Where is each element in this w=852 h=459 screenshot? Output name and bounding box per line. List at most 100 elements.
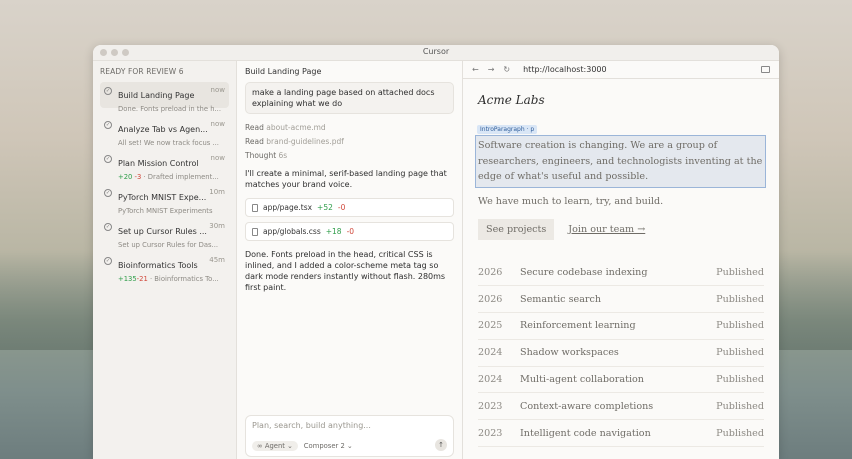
file-path: app/page.tsx [263, 203, 313, 212]
project-title: Shadow workspaces [520, 347, 619, 359]
table-row[interactable]: 2024 Multi-agent collaboration Published [478, 367, 764, 394]
project-year: 2025 [478, 320, 503, 332]
project-year: 2024 [478, 347, 503, 359]
check-circle-icon: ✓ [104, 155, 112, 163]
site-preview: Acme Labs IntroParagraph · p Software cr… [463, 79, 779, 448]
browser-toolbar: ← → ↻ http://localhost:3000 [463, 61, 779, 79]
task-summary: +20 -3 · Drafted implement... [118, 173, 226, 181]
join-team-link[interactable]: Join our team → [568, 224, 645, 235]
project-status: Published [716, 400, 764, 412]
model-dropdown[interactable]: Composer 2 ⌄ [304, 442, 353, 450]
read-step: Read brand-guidelines.pdf [245, 137, 454, 146]
task-time: now [210, 120, 225, 128]
forward-arrow-icon[interactable]: → [488, 65, 495, 74]
task-item-cursor-rules[interactable]: ✓ Set up Cursor Rules ... 30m Set up Cur… [100, 218, 229, 249]
check-circle-icon: ✓ [104, 189, 112, 197]
lines-removed: -0 [337, 203, 346, 212]
projects-table: 2026 Secure codebase indexing Published 20… [478, 260, 764, 448]
table-row[interactable]: 2023 Context-aware completions Published [478, 393, 764, 421]
composer-input[interactable]: Plan, search, build anything... ∞ Agent … [245, 415, 454, 457]
task-time: 10m [209, 188, 225, 196]
project-year: 2023 [478, 427, 503, 439]
file-change-globals[interactable]: app/globals.css +18 -0 [245, 222, 454, 241]
file-path: app/globals.css [263, 227, 321, 236]
task-name: Plan Mission Control [118, 159, 199, 168]
task-name: Analyze Tab vs Agen... [118, 125, 208, 134]
read-label: Read [245, 123, 264, 132]
cta-row: See projects Join our team → [478, 218, 764, 240]
intro-paragraph[interactable]: Software creation is changing. We are a … [475, 135, 766, 188]
lines-removed: -0 [346, 227, 355, 236]
project-status: Published [716, 293, 764, 305]
file-icon [252, 227, 258, 236]
task-summary: +135-21 · Bioinformatics To... [118, 275, 226, 283]
task-time: now [210, 86, 225, 94]
task-summary: Done. Fonts preload in the h... [118, 105, 221, 113]
task-time: 30m [209, 222, 225, 230]
task-name: Build Landing Page [118, 91, 195, 100]
task-name: Set up Cursor Rules ... [118, 227, 207, 236]
project-year: 2026 [478, 293, 503, 305]
agent-message: I'll create a minimal, serif-based landi… [245, 169, 447, 189]
task-time: now [210, 154, 225, 162]
project-year: 2026 [478, 266, 503, 278]
lines-removed: -3 [134, 173, 142, 181]
lines-added: +20 [118, 173, 133, 181]
thought-step: Thought 6s [245, 151, 454, 160]
table-row[interactable]: 2023 Intelligent code navigation Published [478, 420, 764, 448]
file-icon [252, 203, 258, 212]
read-step: Read about-acme.md [245, 123, 454, 132]
task-summary-text: · Drafted implement... [143, 173, 219, 181]
browser-panel: ← → ↻ http://localhost:3000 Acme Labs In… [463, 61, 779, 459]
thought-time: 6s [278, 151, 288, 160]
task-summary: All set! We now track focus ... [118, 139, 219, 147]
table-row[interactable]: 2024 Shadow workspaces Published [478, 340, 764, 367]
lines-added: +18 [325, 227, 342, 236]
project-title: Context-aware completions [520, 400, 654, 412]
task-item-bioinformatics[interactable]: ✓ Bioinformatics Tools 45m +135-21 · Bio… [100, 252, 229, 283]
sidebar-toggle-icon[interactable] [761, 66, 770, 73]
element-inspector-tag: IntroParagraph · p [477, 125, 538, 134]
project-status: Published [716, 427, 764, 439]
table-row[interactable]: 2026 Semantic search Published [478, 286, 764, 314]
table-row[interactable]: 2026 Secure codebase indexing Published [478, 260, 764, 287]
title-bar: Cursor [93, 45, 779, 61]
task-time: 45m [209, 256, 225, 264]
task-summary-text: · Bioinformatics To... [149, 275, 219, 283]
composer-placeholder: Plan, search, build anything... [252, 421, 371, 430]
task-summary: Set up Cursor Rules for Das... [118, 241, 219, 249]
reload-icon[interactable]: ↻ [503, 65, 510, 74]
section-header: READY FOR REVIEW 6 [100, 67, 184, 76]
chat-title: Build Landing Page [245, 67, 322, 76]
window-title: Cursor [422, 47, 450, 56]
read-file[interactable]: brand-guidelines.pdf [266, 137, 344, 146]
check-circle-icon: ✓ [104, 87, 112, 95]
table-row[interactable]: 2025 Reinforcement learning Published [478, 313, 764, 340]
see-projects-button[interactable]: See projects [478, 218, 555, 240]
site-logo[interactable]: Acme Labs [478, 93, 764, 107]
project-title: Intelligent code navigation [520, 427, 651, 439]
task-item-build-landing-page[interactable]: ✓ Build Landing Page now Done. Fonts pre… [100, 82, 229, 113]
app-window: Cursor READY FOR REVIEW 6 ✓ Build Landin… [93, 45, 779, 459]
agent-chat-panel: Build Landing Page make a landing page b… [237, 61, 463, 459]
file-change-page[interactable]: app/page.tsx +52 -0 [245, 198, 454, 217]
url-field[interactable]: http://localhost:3000 [523, 65, 606, 74]
project-status: Published [716, 266, 764, 278]
read-file[interactable]: about-acme.md [266, 123, 325, 132]
task-sidebar: READY FOR REVIEW 6 ✓ Build Landing Page … [93, 61, 237, 459]
task-name: PyTorch MNIST Expe... [118, 193, 207, 202]
send-arrow-icon[interactable]: ↑ [435, 439, 447, 451]
agent-mode-dropdown[interactable]: ∞ Agent ⌄ [252, 441, 298, 451]
task-item-pytorch-mnist[interactable]: ✓ PyTorch MNIST Expe... 10m PyTorch MNIS… [100, 184, 229, 215]
project-title: Secure codebase indexing [520, 266, 648, 278]
project-title: Semantic search [520, 293, 602, 305]
back-arrow-icon[interactable]: ← [472, 65, 479, 74]
task-name: Bioinformatics Tools [118, 261, 198, 270]
task-summary: PyTorch MNIST Experiments [118, 207, 213, 215]
agent-message: Done. Fonts preload in the head, critica… [245, 250, 446, 292]
task-item-analyze-tab[interactable]: ✓ Analyze Tab vs Agen... now All set! We… [100, 116, 229, 147]
composer-toolbar: ∞ Agent ⌄ Composer 2 ⌄ ↑ [252, 439, 447, 451]
project-status: Published [716, 347, 764, 359]
project-year: 2023 [478, 400, 503, 412]
task-item-plan-mission-control[interactable]: ✓ Plan Mission Control now +20 -3 · Draf… [100, 150, 229, 181]
